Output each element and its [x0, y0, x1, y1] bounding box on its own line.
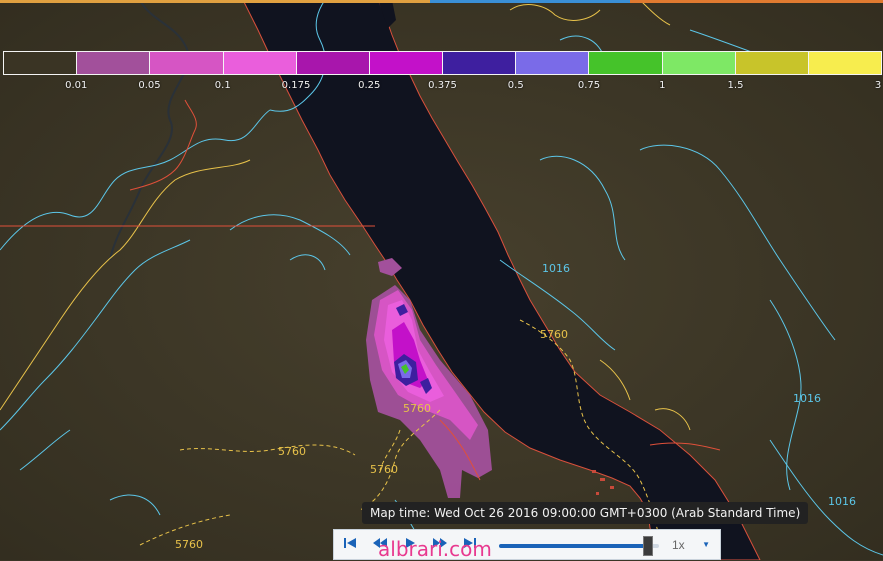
height-contour-label: 5760	[175, 538, 203, 551]
legend-tick-label: 0.75	[577, 80, 601, 91]
top-accent-strip	[0, 0, 883, 3]
legend-tick-label: 1	[659, 80, 666, 91]
legend-swatch	[443, 52, 517, 74]
legend-swatch	[516, 52, 590, 74]
legend-swatch	[589, 52, 663, 74]
pressure-contour-label: 1016	[793, 392, 821, 405]
legend-tick-label: 0.175	[281, 80, 311, 91]
legend-tick-label: 0.01	[65, 80, 88, 91]
map-time-tooltip: Map time: Wed Oct 26 2016 09:00:00 GMT+0…	[362, 502, 809, 524]
timeline-thumb[interactable]	[642, 536, 653, 556]
watermark: albrari.com	[378, 537, 492, 561]
legend-tick-label: 0.1	[214, 80, 231, 91]
skip-first-icon	[344, 538, 356, 548]
legend-swatch	[369, 52, 444, 74]
legend-swatch	[4, 52, 78, 74]
height-contour-label: 5760	[278, 445, 306, 458]
legend-swatch	[296, 52, 370, 74]
speed-value: 1x	[672, 538, 685, 552]
legend-swatch	[808, 52, 882, 74]
legend-tick-label: 0.5	[507, 80, 524, 91]
chevron-down-icon: ▼	[702, 540, 710, 549]
legend-tick-label: 0.375	[428, 80, 457, 91]
timeline-slider[interactable]	[499, 544, 659, 548]
height-contour-label: 5760	[540, 328, 568, 341]
legend-swatch	[77, 52, 151, 74]
legend-tick-label: 3	[874, 80, 882, 91]
height-contour-label: 5760	[370, 463, 398, 476]
skip-first-button[interactable]	[337, 534, 363, 556]
height-contour-label: 5760	[403, 402, 431, 415]
precipitation-legend	[3, 51, 882, 75]
legend-tick-label: 0.05	[138, 80, 161, 91]
legend-swatch	[735, 52, 809, 74]
legend-tick-label: 0.25	[358, 80, 381, 91]
legend-swatch	[223, 52, 297, 74]
pressure-contour-label: 1016	[542, 262, 570, 275]
legend-swatch	[662, 52, 736, 74]
legend-swatch	[150, 52, 224, 74]
pressure-contour-label: 1016	[828, 495, 856, 508]
legend-tick-label: 1.5	[727, 80, 744, 91]
speed-select[interactable]: 1x ▼	[666, 534, 716, 556]
